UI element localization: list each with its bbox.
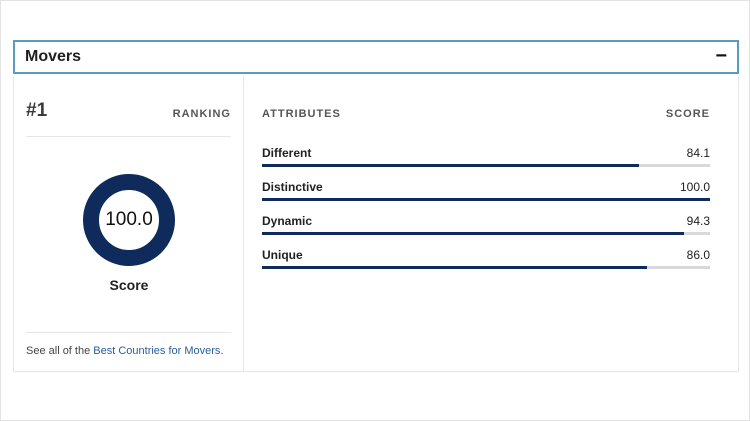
attribute-bar-fill	[262, 198, 710, 201]
attribute-bar-fill	[262, 232, 685, 235]
attributes-column: ATTRIBUTES SCORE Different 84.1 Distinct…	[262, 76, 710, 372]
attribute-score: 100.0	[679, 180, 710, 194]
attribute-bar-track	[262, 232, 710, 235]
attribute-score: 84.1	[686, 146, 710, 160]
ranking-label: RANKING	[172, 108, 231, 120]
score-header-label: SCORE	[665, 108, 710, 120]
section-panel: #1 RANKING 100.0 Score See all of the Be…	[13, 76, 739, 372]
ranking-row: #1 RANKING	[26, 100, 231, 137]
attribute-name: Dynamic	[262, 214, 313, 228]
see-all-text: See all of the Best Countries for Movers…	[26, 332, 231, 357]
attribute-bar-track	[262, 266, 710, 269]
collapse-minus-icon[interactable]: −	[715, 46, 727, 68]
best-countries-link[interactable]: Best Countries for Movers	[93, 345, 220, 357]
score-value: 100.0	[105, 209, 153, 230]
attributes-header-label: ATTRIBUTES	[262, 108, 341, 120]
attribute-score: 86.0	[686, 248, 710, 262]
section-title: Movers	[25, 48, 82, 65]
rank-number: #1	[26, 100, 48, 121]
attribute-name: Different	[262, 146, 312, 160]
attribute-row-distinctive: Distinctive 100.0	[262, 180, 710, 210]
attribute-name: Distinctive	[262, 180, 323, 194]
accordion-header-movers[interactable]: Movers −	[13, 40, 739, 74]
see-all-prefix: See all of the	[26, 345, 94, 357]
attribute-row-unique: Unique 86.0	[262, 248, 710, 278]
attributes-header: ATTRIBUTES SCORE	[262, 108, 710, 120]
ranking-column: #1 RANKING 100.0 Score See all of the Be…	[14, 76, 244, 372]
attribute-row-dynamic: Dynamic 94.3	[262, 214, 710, 244]
attribute-score: 94.3	[686, 214, 710, 228]
score-label: Score	[109, 277, 149, 293]
score-donut: 100.0	[82, 173, 176, 267]
attribute-row-different: Different 84.1	[262, 146, 710, 176]
attribute-bar-track	[262, 198, 710, 201]
attribute-bar-fill	[262, 164, 639, 167]
attribute-name: Unique	[262, 248, 303, 262]
see-all-suffix: .	[220, 345, 224, 357]
attribute-bar-track	[262, 164, 710, 167]
attribute-bar-fill	[262, 266, 648, 269]
page-frame: Movers − #1 RANKING 100.0 Score See all …	[0, 0, 750, 421]
